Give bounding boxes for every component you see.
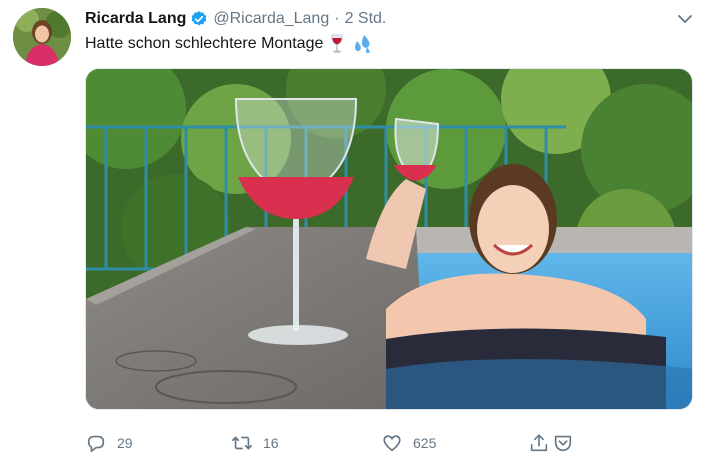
retweet-button[interactable]: 16 — [231, 430, 279, 456]
reply-button[interactable]: 29 — [85, 430, 133, 456]
more-options-chevron-down-icon[interactable] — [676, 10, 694, 28]
reply-count: 29 — [117, 435, 133, 451]
wine-glass-emoji-icon — [327, 34, 347, 54]
heart-icon — [383, 435, 401, 452]
header-separator: · — [334, 10, 340, 27]
share-icon — [530, 434, 548, 452]
tweet-header: Ricarda Lang @Ricarda_Lang · 2 Std. — [85, 9, 386, 29]
tweet-actions: 29 16 625 — [85, 430, 605, 456]
verified-badge-icon — [190, 10, 208, 28]
timestamp-link[interactable]: 2 Std. — [345, 10, 387, 28]
user-handle[interactable]: @Ricarda_Lang — [213, 10, 329, 28]
retweet-icon — [232, 436, 252, 450]
tweet-text-content: Hatte schon schlechtere Montage — [85, 35, 324, 52]
avatar[interactable] — [13, 8, 71, 66]
bookmark-pocket-icon[interactable] — [552, 432, 574, 454]
tweet-text: Hatte schon schlechtere Montage — [85, 33, 371, 55]
sweat-droplets-emoji-icon — [351, 34, 371, 54]
share-button[interactable] — [528, 430, 574, 456]
like-count: 625 — [413, 435, 437, 451]
tweet-card[interactable]: Ricarda Lang @Ricarda_Lang · 2 Std. Hatt… — [0, 0, 717, 459]
retweet-count: 16 — [263, 435, 279, 451]
reply-icon — [87, 435, 105, 453]
tweet-photo[interactable] — [85, 68, 693, 410]
display-name[interactable]: Ricarda Lang — [85, 10, 186, 28]
like-button[interactable]: 625 — [381, 430, 436, 456]
